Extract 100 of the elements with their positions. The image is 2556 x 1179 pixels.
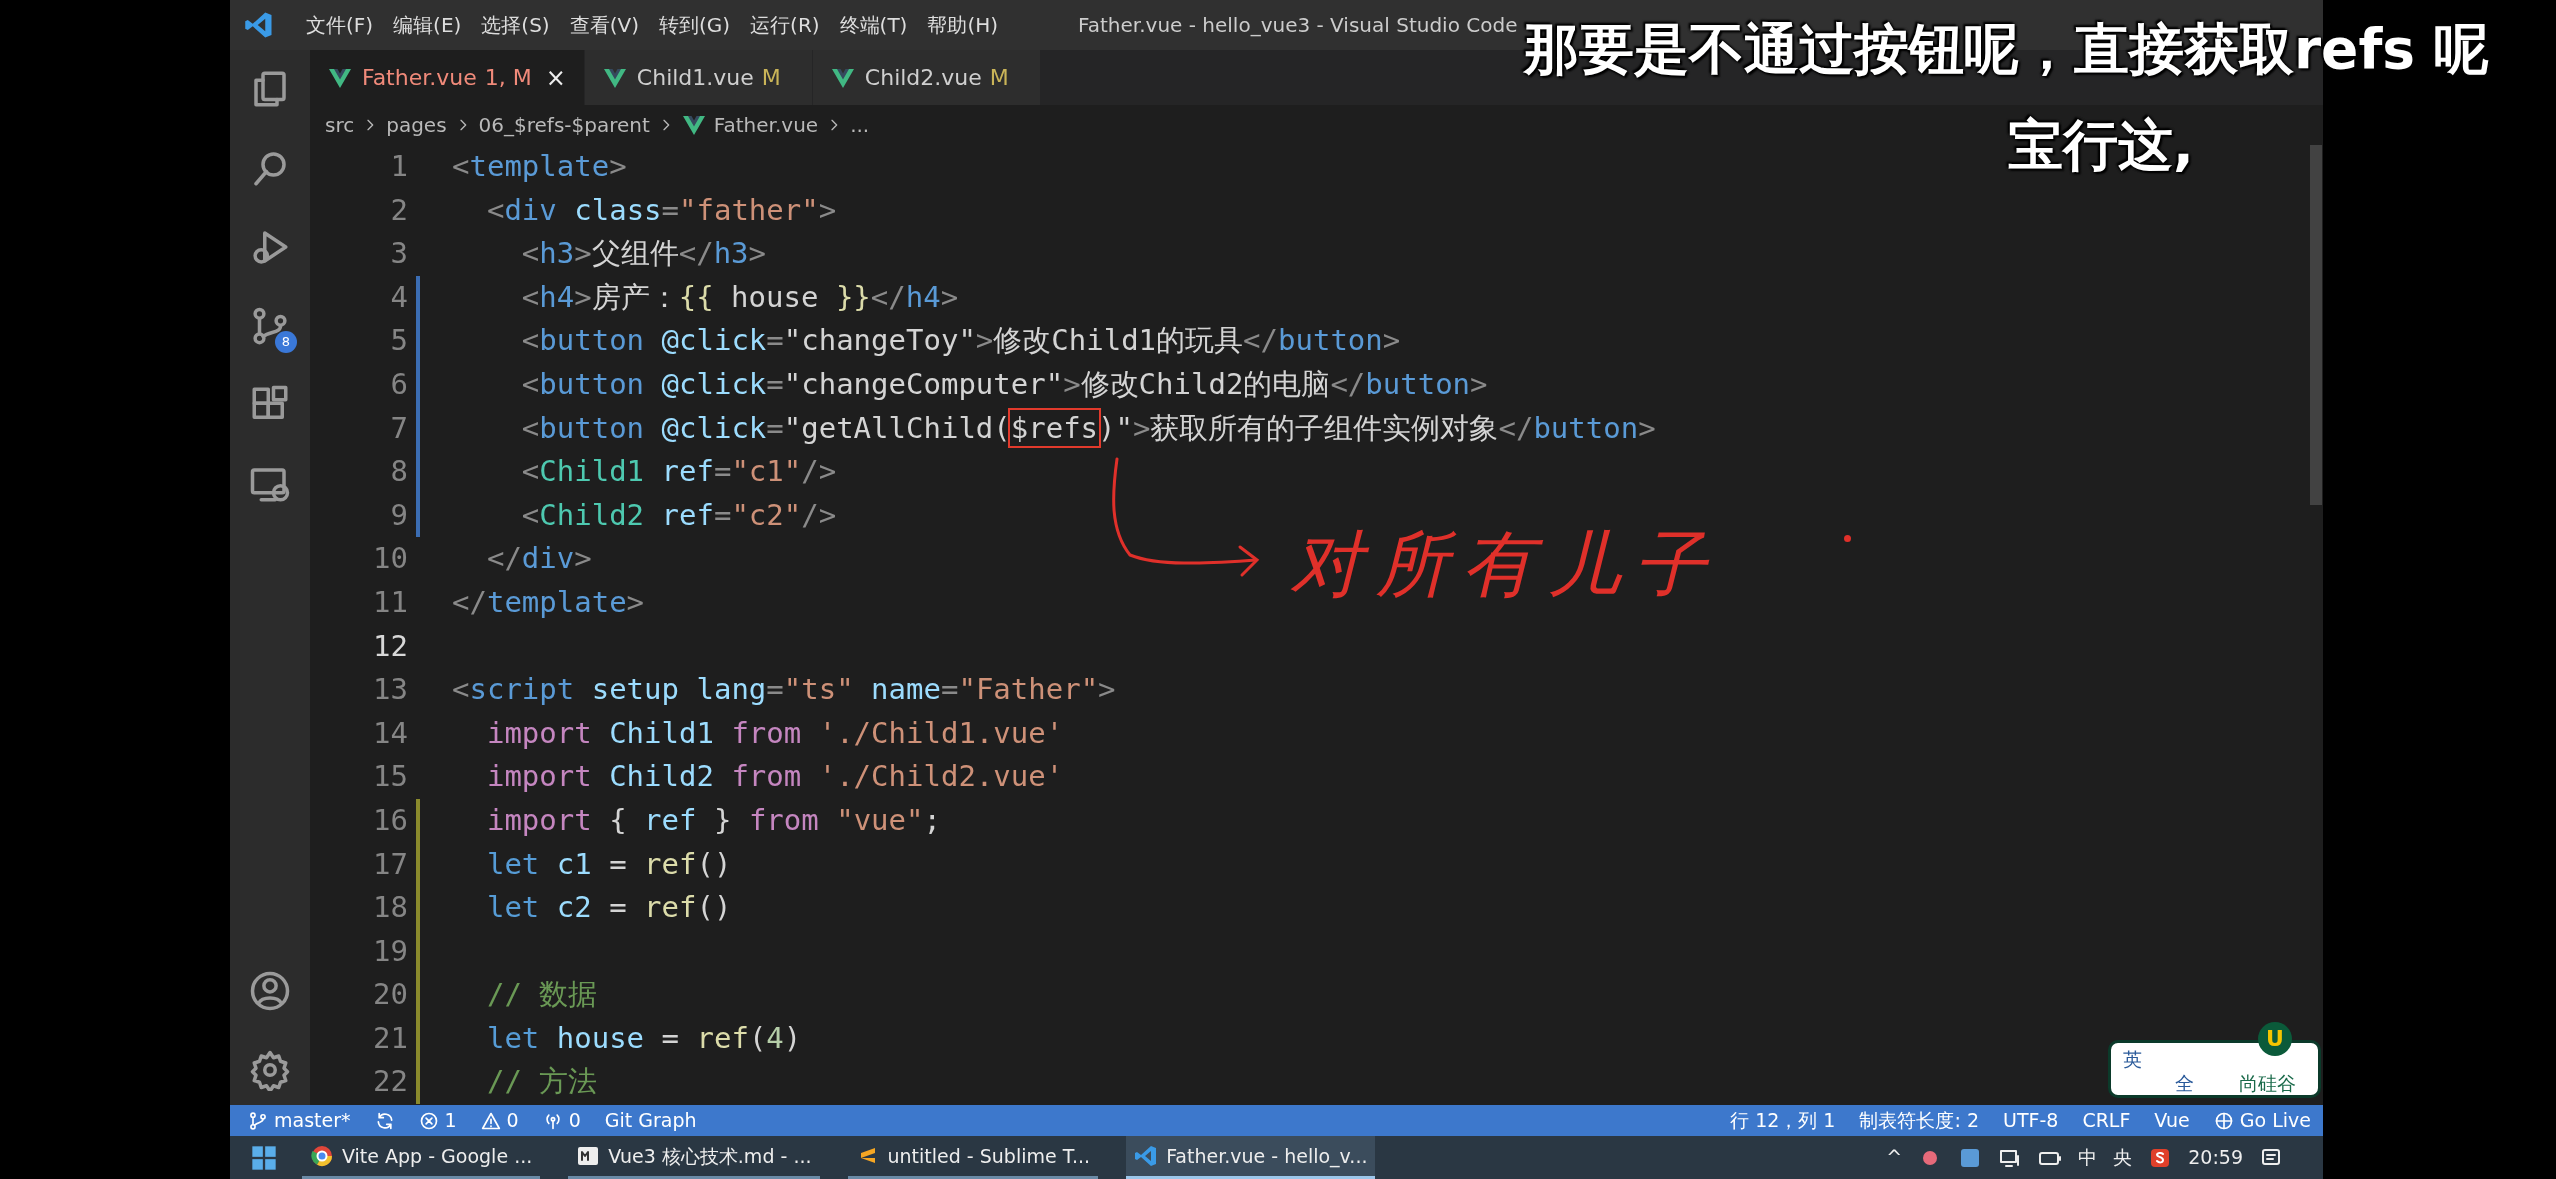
status-item[interactable]: 1 [406,1105,469,1136]
code-token: } [713,802,732,837]
line-number: 4 [389,278,408,316]
code-token: </ [870,279,906,314]
breadcrumb-item[interactable]: ... [850,110,870,140]
code-token: import [486,802,592,837]
menu-item[interactable]: 帮助(H) [917,6,1009,44]
code-token: > [818,192,837,227]
editor-tab[interactable]: Child1.vue M [584,50,813,105]
code-token: > [626,584,645,619]
input-method-indicator[interactable]: 中 [2078,1143,2098,1172]
code-token: 4 [766,1020,784,1055]
code-token: let [486,1020,540,1055]
code-token: Child1 [539,454,645,489]
code-token: > [1382,323,1401,358]
code-token: from [748,802,819,837]
video-subtitle: 那要是不通过按钮呢，直接获取refs 呢 [1524,16,2490,83]
scrollbar-thumb[interactable] [2310,145,2322,505]
taskbar-app[interactable]: untitled - Sublime T... [847,1136,1099,1179]
code-token: './Child1.vue' [818,715,1064,750]
code-token: = [661,1020,680,1055]
status-item[interactable]: UTF-8 [1991,1105,2071,1136]
status-text: 1 [444,1108,457,1134]
code-token: button [539,410,645,445]
code-token: > [574,279,592,314]
taskbar-app[interactable]: Vite App - Google ... [302,1136,541,1179]
code-token: < [486,192,505,227]
line-number: 22 [372,1063,408,1101]
status-item[interactable]: 制表符长度: 2 [1847,1105,1991,1136]
code-token: < [521,454,540,489]
code-token: div [521,541,575,576]
line-number: 2 [389,191,408,229]
code-token: </ [1498,410,1534,445]
settings-icon[interactable] [249,1049,291,1091]
menu-item[interactable]: 文件(F) [296,6,384,44]
code-token: > [1063,366,1081,401]
account-icon[interactable] [249,970,291,1012]
code-token: ref [661,454,714,489]
menu-item[interactable]: 选择(S) [471,6,560,44]
breadcrumb-item[interactable]: src [325,110,355,140]
code-token: ( [748,1020,767,1055]
code-token: ) [783,1020,802,1055]
code-token: "c2" [731,497,802,532]
ink-dot [1844,535,1851,542]
status-item[interactable]: 0 [468,1105,531,1136]
code-token: > [748,236,766,271]
code-token: house [731,279,819,314]
code-token: = [713,497,732,532]
code-token: ; [923,802,941,837]
code-token: "father" [679,192,819,227]
status-item[interactable]: master* [230,1105,363,1136]
code-token: /> [801,454,837,489]
editor-tab[interactable]: Father.vue 1, M × [310,50,585,105]
line-number: 11 [372,583,408,621]
vue-file-icon [681,113,706,137]
code-token: from [731,715,802,750]
ime-language[interactable]: 英 [2123,1045,2142,1074]
handwritten-note: 对所有儿子 [1290,521,1720,608]
code-token: < [452,149,470,183]
code-token: "getAllChild( [783,410,1011,445]
breadcrumb-item[interactable]: pages [386,110,447,140]
tray-expand-button[interactable]: ^ [1886,1143,1903,1172]
status-item[interactable]: 行 12，列 1 [1718,1105,1848,1136]
close-icon[interactable]: × [545,59,566,96]
code-token: './Child2.vue' [818,759,1064,794]
code-token: from [731,759,802,794]
status-text: 0 [568,1108,581,1134]
code-token: ref [644,890,697,925]
ime-width-mode[interactable]: 全 [2175,1069,2194,1098]
status-item[interactable]: Vue [2142,1105,2202,1136]
code-token: </ [1243,323,1278,358]
menu-item[interactable]: 编辑(E) [383,6,472,44]
status-item[interactable]: CRLF [2070,1105,2143,1136]
breadcrumb-file[interactable]: Father.vue [681,110,819,140]
start-icon[interactable] [250,1143,278,1172]
breadcrumb-item[interactable]: 06_$refs-$parent [478,110,650,140]
status-item[interactable]: Git Graph [592,1105,709,1136]
clock-time[interactable]: 20:59 [2188,1143,2243,1172]
taskbar-app[interactable]: Vue3 核心技术.md - ... [568,1136,820,1179]
code-token: let [486,890,540,925]
code-token: import [486,715,592,750]
code-token: = [609,890,627,925]
status-item[interactable]: Go Live [2201,1105,2323,1136]
editor-tab[interactable]: Child2.vue M [812,50,1041,105]
line-number: 5 [389,322,408,360]
code-token: </ [452,584,487,619]
menu-item[interactable]: 转到(G) [648,6,741,44]
input-mode-indicator[interactable]: 央 [2113,1143,2133,1172]
menu-item[interactable]: 终端(T) [829,6,918,44]
code-comment: // 数据 [486,977,598,1012]
menu-item[interactable]: 查看(V) [559,6,649,44]
code-token: Child2 [539,497,645,532]
code-token: )" [1098,410,1133,445]
code-token: template [486,584,627,619]
line-number: 9 [389,496,408,534]
menu-item[interactable]: 运行(R) [740,6,830,44]
taskbar-app[interactable]: Father.vue - hello_v... [1126,1136,1376,1179]
status-item[interactable]: 0 [530,1105,593,1136]
code-editor-icon [1134,1144,1159,1168]
code-token: h3 [713,236,749,271]
